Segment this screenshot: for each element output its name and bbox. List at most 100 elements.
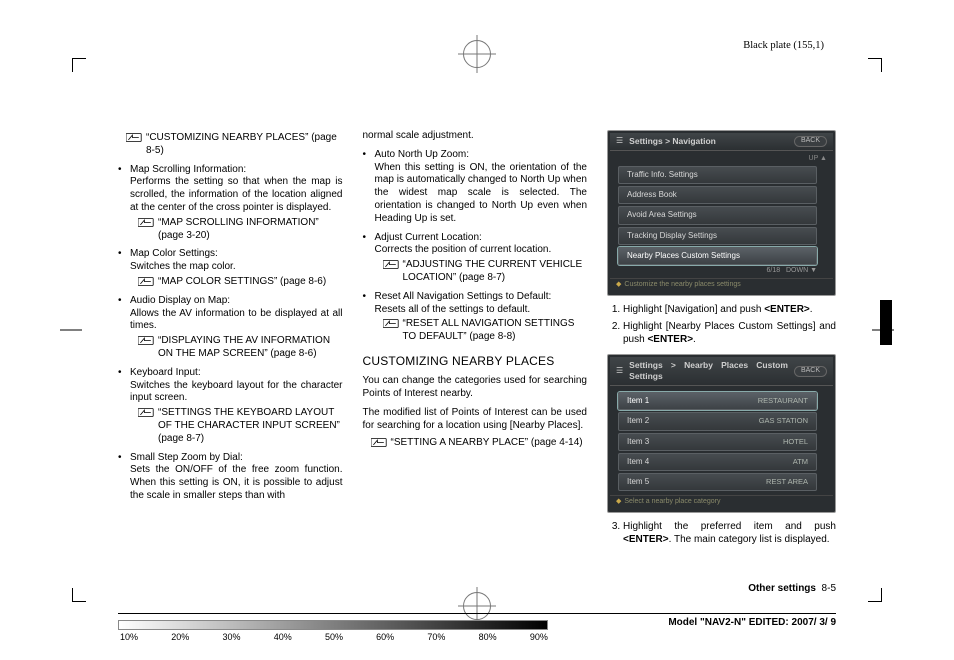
item-desc: Performs the setting so that when the ma… — [130, 176, 343, 214]
menu-row-selected: Item 1RESTAURANT — [618, 392, 817, 410]
screenshot-titlebar: ☰ Settings > Navigation BACK — [610, 133, 833, 151]
item-title: Audio Display on Map: — [130, 295, 343, 308]
menu-row: Tracking Display Settings — [618, 227, 817, 245]
xref: “RESET ALL NAVIGATION SETTINGS TO DEFAUL… — [375, 318, 588, 344]
item-title: Auto North Up Zoom: — [375, 149, 588, 162]
menu-row: Address Book — [618, 186, 817, 204]
xref: “MAP COLOR SETTINGS” (page 8-6) — [130, 276, 343, 289]
xref-text: “ADJUSTING THE CURRENT VEHICLE LOCATION”… — [403, 259, 583, 283]
enter-key: <ENTER> — [647, 334, 693, 345]
device-screenshot-1: ☰ Settings > Navigation BACK UP ▲ Traffi… — [607, 130, 836, 296]
grad-label: 40% — [274, 632, 292, 642]
item-title: Reset All Navigation Settings to Default… — [375, 291, 588, 304]
column-1: “CUSTOMIZING NEARBY PLACES” (page 8-5) M… — [118, 130, 343, 560]
pointer-icon — [383, 259, 399, 269]
item-desc: Corrects the position of current locatio… — [375, 244, 588, 257]
xref: “SETTINGS THE KEYBOARD LAYOUT OF THE CHA… — [130, 407, 343, 445]
item-title: Map Scrolling Information: — [130, 164, 343, 177]
screenshot-titlebar: ☰ Settings > Nearby Places Custom Settin… — [610, 357, 833, 386]
grad-label: 70% — [427, 632, 445, 642]
info-icon: ◆ — [616, 498, 621, 505]
xref-text: “DISPLAYING THE AV INFORMATION ON THE MA… — [158, 335, 330, 359]
grad-label: 50% — [325, 632, 343, 642]
crop-mark — [868, 588, 882, 602]
pointer-icon — [138, 217, 154, 227]
menu-row: Item 4ATM — [618, 453, 817, 471]
page-footer: Other settings 8-5 — [118, 583, 836, 594]
menu-row: Item 3HOTEL — [618, 433, 817, 451]
list-item: Map Color Settings: Switches the map col… — [118, 248, 343, 288]
paragraph: The modified list of Points of Interest … — [363, 407, 588, 433]
step: Highlight the preferred item and push <E… — [623, 521, 836, 547]
xref-text: “SETTINGS THE KEYBOARD LAYOUT OF THE CHA… — [158, 407, 340, 444]
xref: “SETTING A NEARBY PLACE” (page 4-14) — [363, 437, 588, 450]
screenshot-footer: ◆Select a nearby place category — [610, 495, 833, 510]
paragraph: You can change the categories used for s… — [363, 375, 588, 401]
menu-row-selected: Nearby Places Custom Settings — [618, 247, 817, 265]
menu-row: Avoid Area Settings — [618, 206, 817, 224]
grad-label: 80% — [479, 632, 497, 642]
pointer-icon — [383, 318, 399, 328]
crop-mark — [72, 58, 86, 72]
continuation-text: normal scale adjustment. — [363, 130, 588, 143]
item-desc: When this setting is ON, the orientation… — [375, 162, 588, 226]
row-counter: 6/18 DOWN ▼ — [616, 267, 827, 276]
section-heading: CUSTOMIZING NEARBY PLACES — [363, 354, 588, 369]
list-item: Keyboard Input: Switches the keyboard la… — [118, 367, 343, 446]
item-desc: Switches the keyboard layout for the cha… — [130, 380, 343, 406]
device-screenshot-2: ☰ Settings > Nearby Places Custom Settin… — [607, 354, 836, 513]
item-title: Adjust Current Location: — [375, 232, 588, 245]
xref-text: “RESET ALL NAVIGATION SETTINGS TO DEFAUL… — [403, 318, 575, 342]
grad-label: 10% — [120, 632, 138, 642]
steps-list: Highlight the preferred item and push <E… — [607, 521, 836, 547]
column-2: normal scale adjustment. Auto North Up Z… — [363, 130, 588, 560]
xref: “CUSTOMIZING NEARBY PLACES” (page 8-5) — [118, 132, 343, 158]
enter-key: <ENTER> — [623, 534, 669, 545]
item-title: Map Color Settings: — [130, 248, 343, 261]
xref-text: “MAP SCROLLING INFORMATION” (page 3-20) — [158, 217, 319, 241]
list-item: Small Step Zoom by Dial: Sets the ON/OFF… — [118, 452, 343, 503]
crop-mark — [868, 58, 882, 72]
xref-text: “CUSTOMIZING NEARBY PLACES” (page 8-5) — [146, 132, 337, 156]
crop-mark — [72, 588, 86, 602]
menu-row: Traffic Info. Settings — [618, 166, 817, 184]
back-button: BACK — [794, 366, 827, 377]
list-item: Auto North Up Zoom: When this setting is… — [363, 149, 588, 226]
info-icon: ◆ — [616, 281, 621, 288]
item-desc: Sets the ON/OFF of the free zoom functio… — [130, 464, 343, 502]
enter-key: <ENTER> — [764, 304, 810, 315]
grad-label: 20% — [171, 632, 189, 642]
thumb-tab — [880, 300, 892, 345]
gradient-strip — [118, 620, 548, 630]
grad-label: 30% — [222, 632, 240, 642]
gradient-labels: 10% 20% 30% 40% 50% 60% 70% 80% 90% — [118, 632, 550, 642]
registration-mark — [463, 40, 491, 68]
pointer-icon — [138, 407, 154, 417]
pointer-icon — [138, 276, 154, 286]
screenshot-body: Item 1RESTAURANT Item 2GAS STATION Item … — [610, 386, 833, 495]
plate-label: Black plate (155,1) — [743, 40, 824, 51]
list-item: Audio Display on Map: Allows the AV info… — [118, 295, 343, 361]
side-tick — [60, 330, 82, 331]
step: Highlight [Navigation] and push <ENTER>. — [623, 304, 836, 317]
grad-label: 60% — [376, 632, 394, 642]
item-desc: Allows the AV information to be displaye… — [130, 308, 343, 334]
list-item: Map Scrolling Information: Performs the … — [118, 164, 343, 243]
screenshot-footer: ◆Customize the nearby places settings — [610, 278, 833, 293]
menu-icon: ☰ — [616, 366, 623, 376]
xref: “DISPLAYING THE AV INFORMATION ON THE MA… — [130, 335, 343, 361]
section-name: Other settings — [748, 583, 816, 594]
xref: “ADJUSTING THE CURRENT VEHICLE LOCATION”… — [375, 259, 588, 285]
item-desc: Switches the map color. — [130, 261, 343, 274]
steps-list: Highlight [Navigation] and push <ENTER>.… — [607, 304, 836, 346]
menu-row: Item 5REST AREA — [618, 473, 817, 491]
screenshot-body: UP ▲ Traffic Info. Settings Address Book… — [610, 151, 833, 278]
pointer-icon — [126, 132, 142, 142]
xref: “MAP SCROLLING INFORMATION” (page 3-20) — [130, 217, 343, 243]
grad-label: 90% — [530, 632, 548, 642]
list-item: Adjust Current Location: Corrects the po… — [363, 232, 588, 285]
step: Highlight [Nearby Places Custom Settings… — [623, 321, 836, 347]
page-number: 8-5 — [822, 583, 836, 594]
pointer-icon — [371, 437, 387, 447]
column-3: ☰ Settings > Navigation BACK UP ▲ Traffi… — [607, 130, 836, 560]
